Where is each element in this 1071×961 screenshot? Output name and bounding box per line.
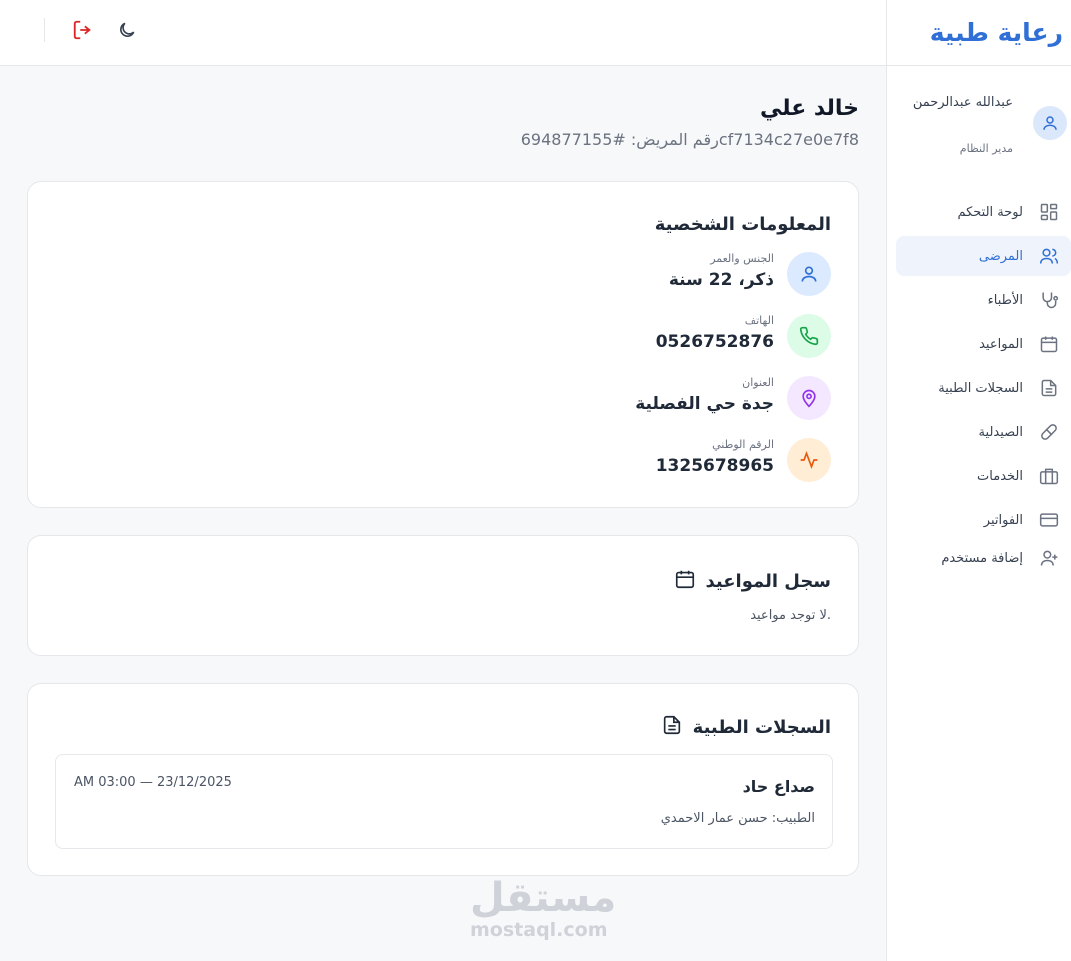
info-address: العنوان جدة حي الفصلية — [531, 376, 831, 422]
sidebar-item-label: إضافة مستخدم — [941, 550, 1023, 566]
user-profile: عبدالله عبدالرحمن مدير النظام — [886, 90, 1071, 160]
record-item[interactable]: صداع حاد الطبيب: حسن عمار الاحمدي AM 03:… — [55, 754, 833, 849]
appointments-card: سجل المواعيد لا توجد مواعيد. — [27, 535, 859, 656]
file-text-icon — [661, 714, 683, 741]
logout-icon[interactable] — [72, 19, 94, 41]
sidebar-item-label: الصيدلية — [978, 424, 1023, 440]
calendar-icon — [1039, 334, 1059, 354]
file-text-icon — [1039, 378, 1059, 398]
moon-icon[interactable] — [116, 19, 138, 41]
info-label: الهاتف — [744, 314, 774, 327]
user-plus-icon — [1039, 548, 1059, 568]
card-title: سجل المواعيد — [674, 568, 832, 595]
avatar — [1033, 106, 1067, 140]
sidebar-item-pharmacy[interactable]: الصيدلية — [886, 412, 1071, 452]
users-icon — [1039, 246, 1059, 266]
sidebar-item-invoices[interactable]: الفواتير — [886, 500, 1071, 540]
sidebar-item-services[interactable]: الخدمات — [886, 456, 1071, 496]
info-value: جدة حي الفصلية — [635, 394, 774, 414]
calendar-icon — [674, 568, 696, 595]
card-title-text: السجلات الطبية — [692, 717, 831, 738]
sidebar-nav: لوحة التحكم المرضى الأطباء المواعيد السج… — [886, 192, 1071, 576]
medical-records-card: السجلات الطبية صداع حاد الطبيب: حسن عمار… — [27, 683, 859, 876]
card-title-text: سجل المواعيد — [705, 571, 832, 592]
activity-icon — [787, 438, 831, 482]
user-role: مدير النظام — [959, 142, 1013, 155]
info-national-id: الرقم الوطني 1325678965 — [531, 438, 831, 484]
info-label: العنوان — [742, 376, 774, 389]
briefcase-icon — [1039, 466, 1059, 486]
top-bar — [0, 0, 886, 66]
phone-icon — [787, 314, 831, 358]
card-title: السجلات الطبية — [661, 714, 831, 741]
sidebar-item-label: الفواتير — [983, 512, 1023, 528]
empty-state: لا توجد مواعيد. — [750, 608, 831, 623]
pill-icon — [1039, 422, 1059, 442]
sidebar-item-patients[interactable]: المرضى — [896, 236, 1071, 276]
sidebar-item-label: السجلات الطبية — [938, 380, 1023, 396]
sidebar-item-add-user[interactable]: إضافة مستخدم — [886, 544, 1071, 572]
user-icon — [1043, 116, 1057, 130]
info-gender-age: الجنس والعمر ذكر، 22 سنة — [531, 252, 831, 298]
sidebar-item-doctors[interactable]: الأطباء — [886, 280, 1071, 320]
sidebar-item-appointments[interactable]: المواعيد — [886, 324, 1071, 364]
watermark-ar: مستقل — [470, 875, 617, 921]
divider — [44, 18, 45, 42]
personal-info-card: المعلومات الشخصية الجنس والعمر ذكر، 22 س… — [27, 181, 859, 508]
sidebar-item-label: الخدمات — [977, 468, 1023, 484]
info-label: الرقم الوطني — [712, 438, 774, 451]
record-date: AM 03:00 — 23/12/2025 — [74, 775, 232, 790]
dashboard-icon — [1039, 202, 1059, 222]
page-title: خالد علي — [759, 96, 859, 121]
watermark-logo: مستقل mostaql.com — [470, 875, 617, 941]
info-value: ذكر، 22 سنة — [668, 270, 774, 290]
sidebar-item-medical-records[interactable]: السجلات الطبية — [886, 368, 1071, 408]
record-doctor: الطبيب: حسن عمار الاحمدي — [660, 811, 815, 826]
sidebar-item-dashboard[interactable]: لوحة التحكم — [886, 192, 1071, 232]
record-title: صداع حاد — [742, 777, 815, 796]
user-name: عبدالله عبدالرحمن — [912, 95, 1013, 110]
patient-id: رقم المريض: #694877155cf7134c27e0e7f8 — [520, 130, 859, 149]
stethoscope-icon — [1039, 290, 1059, 310]
user-icon — [787, 252, 831, 296]
sidebar-item-label: المرضى — [978, 248, 1023, 264]
sidebar-item-label: لوحة التحكم — [957, 204, 1023, 220]
brand-title[interactable]: رعاية طبية — [930, 18, 1063, 47]
info-label: الجنس والعمر — [710, 252, 774, 265]
info-value: 1325678965 — [655, 456, 774, 476]
info-value: 0526752876 — [655, 332, 774, 352]
info-phone: الهاتف 0526752876 — [531, 314, 831, 360]
card-title: المعلومات الشخصية — [654, 214, 831, 235]
sidebar-item-label: المواعيد — [979, 336, 1023, 352]
watermark-en: mostaql.com — [470, 919, 608, 941]
map-pin-icon — [787, 376, 831, 420]
sidebar: رعاية طبية عبدالله عبدالرحمن مدير النظام… — [886, 0, 1071, 961]
credit-card-icon — [1039, 510, 1059, 530]
sidebar-item-label: الأطباء — [987, 292, 1023, 308]
brand-header: رعاية طبية — [887, 0, 1071, 66]
